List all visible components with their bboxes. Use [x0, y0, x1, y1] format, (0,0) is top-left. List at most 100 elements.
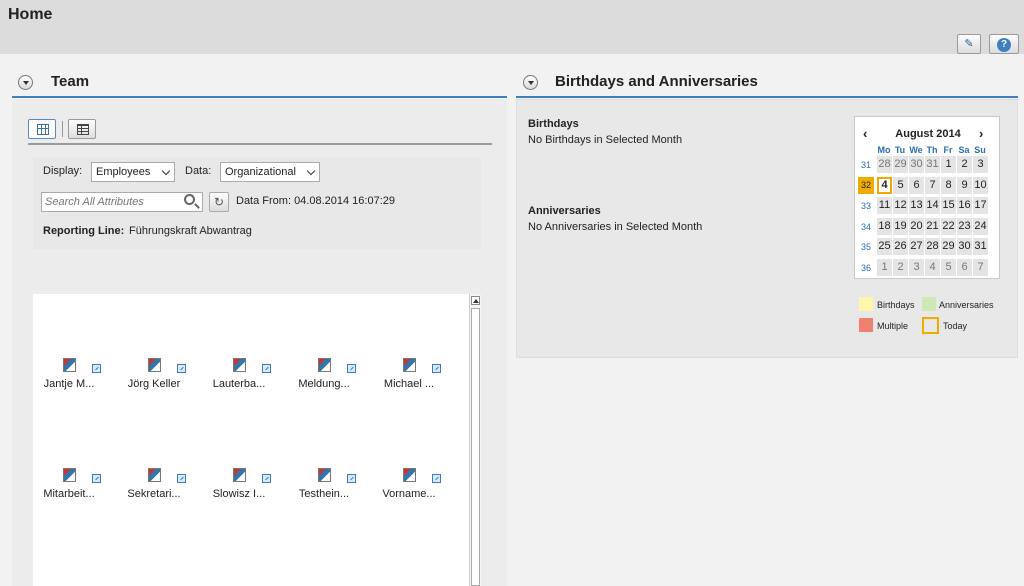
team-member-tile[interactable]: Lauterba...: [199, 358, 279, 448]
search-icon[interactable]: [184, 194, 195, 205]
calendar-day[interactable]: 31: [925, 156, 940, 173]
open-details-icon[interactable]: [432, 364, 441, 373]
personalize-button[interactable]: ✎: [957, 34, 981, 54]
calendar-week-number: 36: [860, 262, 871, 273]
calendar-day[interactable]: 28: [877, 156, 892, 173]
calendar-day[interactable]: 5: [941, 258, 956, 276]
legend-anniversaries-swatch: [922, 297, 936, 311]
calendar-day[interactable]: 17: [973, 197, 988, 214]
reporting-line-label: Reporting Line:: [43, 225, 125, 237]
calendar-day[interactable]: 15: [941, 197, 956, 214]
calendar-day[interactable]: 10: [973, 176, 988, 194]
calendar-day[interactable]: 1: [877, 258, 892, 276]
anniversaries-empty-text: No Anniversaries in Selected Month: [528, 221, 703, 233]
team-member-tile[interactable]: Michael ...: [369, 358, 449, 448]
team-member-tile[interactable]: Testhein...: [284, 468, 364, 558]
calendar-day[interactable]: 27: [909, 238, 924, 255]
team-collapse-icon[interactable]: [18, 75, 33, 90]
help-button[interactable]: ?: [989, 34, 1019, 54]
calendar-day[interactable]: 30: [957, 238, 972, 255]
calendar-week-number: 32: [858, 176, 874, 194]
calendar-day[interactable]: 3: [909, 258, 924, 276]
calendar-day[interactable]: 28: [925, 238, 940, 255]
calendar-day[interactable]: 9: [957, 176, 972, 194]
calendar-day[interactable]: 23: [957, 217, 972, 235]
open-details-icon[interactable]: [92, 474, 101, 483]
team-member-tile[interactable]: Jörg Keller: [114, 358, 194, 448]
next-month-icon[interactable]: ›: [979, 126, 983, 141]
member-name: Testhein...: [298, 488, 350, 500]
calendar-day[interactable]: 6: [957, 258, 972, 276]
calendar-day[interactable]: 30: [909, 156, 924, 173]
refresh-button[interactable]: ↻: [209, 192, 229, 212]
calendar-day[interactable]: 4: [877, 176, 892, 194]
calendar-day[interactable]: 7: [973, 258, 988, 276]
calendar-day[interactable]: 5: [893, 176, 908, 194]
calendar-day[interactable]: 16: [957, 197, 972, 214]
table-view-button[interactable]: [68, 119, 96, 139]
calendar-day[interactable]: 6: [909, 176, 924, 194]
open-details-icon[interactable]: [347, 474, 356, 483]
photo-placeholder-icon: [233, 358, 246, 372]
search-input[interactable]: [41, 192, 203, 212]
team-member-tile[interactable]: Sekretari...: [114, 468, 194, 558]
open-details-icon[interactable]: [92, 364, 101, 373]
team-member-tile[interactable]: Meldung...: [284, 358, 364, 448]
calendar-day[interactable]: 12: [893, 197, 908, 214]
calendar-day[interactable]: 26: [893, 238, 908, 255]
calendar-day[interactable]: 24: [973, 217, 988, 235]
calendar-day[interactable]: 13: [909, 197, 924, 214]
calendar-day[interactable]: 19: [893, 217, 908, 235]
calendar-day[interactable]: 2: [957, 156, 972, 173]
open-details-icon[interactable]: [262, 474, 271, 483]
scroll-up-arrow-icon[interactable]: [471, 296, 480, 305]
open-details-icon[interactable]: [432, 474, 441, 483]
calendar-day[interactable]: 25: [877, 238, 892, 255]
photo-placeholder-icon: [63, 468, 76, 482]
display-select[interactable]: Employees: [91, 162, 175, 182]
member-name: Sekretari...: [127, 488, 181, 500]
calendar-day[interactable]: 8: [941, 176, 956, 194]
help-icon: ?: [997, 38, 1011, 52]
calendar-day[interactable]: 29: [893, 156, 908, 173]
member-name: Michael ...: [383, 378, 435, 390]
open-details-icon[interactable]: [177, 474, 186, 483]
scroll-thumb[interactable]: [471, 308, 480, 586]
calendar-day[interactable]: 11: [877, 197, 892, 214]
birthdays-collapse-icon[interactable]: [523, 75, 538, 90]
team-member-tile[interactable]: Hansi Sc...: [199, 294, 279, 338]
open-details-icon[interactable]: [262, 364, 271, 373]
calendar-day[interactable]: 21: [925, 217, 940, 235]
calendar-day[interactable]: 3: [973, 156, 988, 173]
calendar-day[interactable]: 14: [925, 197, 940, 214]
calendar-day[interactable]: 2: [893, 258, 908, 276]
calendar-day[interactable]: 31: [973, 238, 988, 255]
team-member-tile[interactable]: Vorname...: [369, 468, 449, 558]
calendar-day[interactable]: 7: [925, 176, 940, 194]
team-member-tile[interactable]: Hermelij...: [369, 294, 449, 338]
team-member-tile[interactable]: Slowisz I...: [199, 468, 279, 558]
team-member-tile[interactable]: Hermelij...: [284, 294, 364, 338]
member-name: Lauterba...: [212, 378, 266, 390]
vertical-scrollbar[interactable]: [469, 294, 481, 586]
calendar-day[interactable]: 22: [941, 217, 956, 235]
photo-placeholder-icon: [233, 468, 246, 482]
team-member-tile[interactable]: Jantje M...: [33, 358, 109, 448]
open-details-icon[interactable]: [347, 364, 356, 373]
calendar-day[interactable]: 29: [941, 238, 956, 255]
team-member-tile[interactable]: [33, 294, 109, 338]
calendar-day[interactable]: 4: [925, 258, 940, 276]
team-member-tile[interactable]: Mitarbeit...: [33, 468, 109, 558]
calendar-weekday: Sa: [958, 145, 970, 155]
display-label: Display:: [43, 165, 83, 177]
calendar-day[interactable]: 20: [909, 217, 924, 235]
photo-placeholder-icon: [318, 358, 331, 372]
grid-view-button[interactable]: [28, 119, 56, 139]
calendar-day[interactable]: 18: [877, 217, 892, 235]
birthdays-empty-text: No Birthdays in Selected Month: [528, 134, 683, 146]
open-details-icon[interactable]: [177, 364, 186, 373]
team-panel: Team Display: Employees Data: Organizati…: [0, 54, 508, 586]
calendar-day[interactable]: 1: [941, 156, 956, 173]
data-select[interactable]: Organizational: [220, 162, 320, 182]
team-member-tile[interactable]: Emma Irl...: [114, 294, 194, 338]
